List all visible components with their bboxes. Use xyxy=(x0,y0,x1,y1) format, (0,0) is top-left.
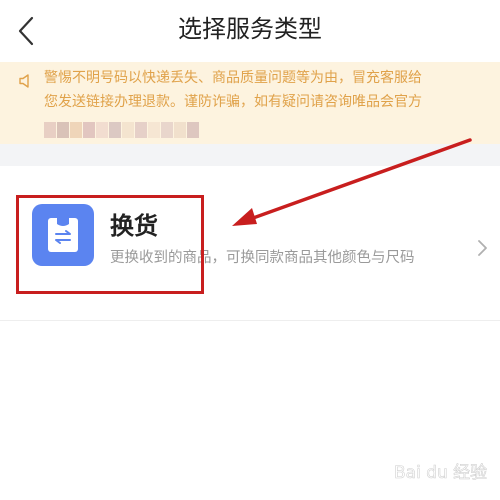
chevron-right-icon xyxy=(478,240,487,256)
exchange-bag-icon xyxy=(32,204,94,266)
section-divider xyxy=(0,144,500,166)
baidu-watermark-logo: Bai du 经验 xyxy=(394,463,488,484)
notice-text: 警惕不明号码以快递丢失、商品质量问题等为由，冒充客服给 您发送链接办理退款。谨防… xyxy=(44,66,500,114)
back-button[interactable] xyxy=(10,14,44,48)
speaker-icon xyxy=(19,74,29,88)
exchange-service-card[interactable]: 换货 更换收到的商品，可换同款商品其他颜色与尺码 xyxy=(0,166,500,321)
page-title: 选择服务类型 xyxy=(178,15,322,43)
service-description: 更换收到的商品，可换同款商品其他颜色与尺码 xyxy=(110,250,415,266)
blurred-phone-number xyxy=(44,122,210,138)
notice-line-1: 警惕不明号码以快递丢失、商品质量问题等为由，冒充客服给 xyxy=(44,70,422,86)
header-bar: 选择服务类型 xyxy=(0,0,500,62)
service-title: 换货 xyxy=(110,212,158,240)
chevron-left-icon xyxy=(18,16,34,46)
svg-text:Bai du 经验: Bai du 经验 xyxy=(394,463,487,483)
notice-banner: 警惕不明号码以快递丢失、商品质量问题等为由，冒充客服给 您发送链接办理退款。谨防… xyxy=(0,62,500,144)
notice-line-2: 您发送链接办理退款。谨防诈骗，如有疑问请咨询唯品会官方 xyxy=(44,94,422,110)
